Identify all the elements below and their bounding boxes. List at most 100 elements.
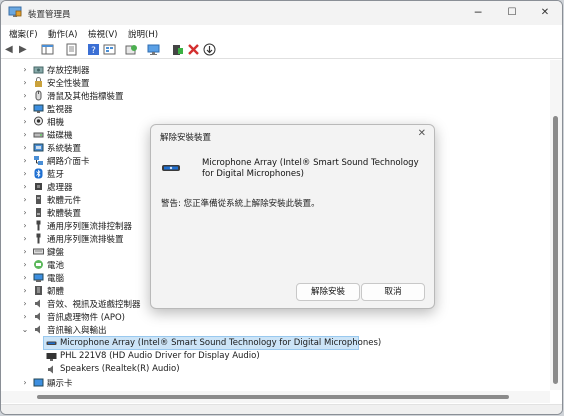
chevron-right-icon[interactable]: › — [21, 233, 29, 244]
tree-label: 韌體 — [47, 287, 65, 297]
view-icon[interactable] — [103, 43, 116, 56]
tree-label: 監視器 — [47, 105, 73, 115]
tree-label: 安全性裝置 — [47, 79, 90, 89]
software-device-icon — [36, 208, 41, 217]
uninstall-button[interactable]: 解除安裝 — [296, 283, 360, 301]
tree-label: 鍵盤 — [47, 248, 65, 258]
tree-label: 系統裝置 — [47, 144, 82, 154]
usb-controller-icon — [36, 220, 41, 231]
dialog-close-button[interactable]: ✕ — [418, 128, 426, 139]
tree-node-display-adapters[interactable]: › 顯示卡 — [1, 376, 541, 389]
menu-action[interactable]: 動作(A) — [48, 28, 77, 40]
tree-node-mice[interactable]: › 滑鼠及其他指標裝置 — [1, 89, 541, 102]
vertical-scrollbar[interactable] — [550, 60, 562, 390]
computer-icon — [33, 273, 44, 282]
back-icon[interactable]: ◀ — [5, 43, 18, 56]
chevron-right-icon[interactable]: › — [21, 181, 29, 192]
speaker-icon — [35, 325, 40, 334]
tree-label: 滑鼠及其他指標裝置 — [47, 92, 124, 102]
chevron-right-icon[interactable]: › — [21, 77, 29, 88]
tree-label: 通用序列匯流排裝置 — [47, 235, 124, 245]
update-icon[interactable] — [203, 43, 216, 56]
disk-drive-icon — [33, 132, 44, 138]
tree-label: Microphone Array (Intel® Smart Sound Tec… — [60, 338, 382, 348]
uninstall-icon[interactable] — [187, 43, 200, 56]
tree-label: 存放控制器 — [47, 66, 90, 76]
menu-help[interactable]: 說明(H) — [128, 28, 158, 40]
chevron-down-icon[interactable]: ⌄ — [21, 324, 29, 335]
chevron-right-icon[interactable]: › — [21, 129, 29, 140]
forward-icon[interactable]: ▶ — [19, 43, 32, 56]
scan-icon[interactable] — [125, 43, 138, 56]
speaker-icon — [48, 365, 53, 374]
chevron-right-icon[interactable]: › — [21, 155, 29, 166]
tree-node-microphone-array[interactable]: Microphone Array (Intel® Smart Sound Tec… — [43, 336, 381, 350]
microphone-icon — [162, 165, 180, 171]
tree-label: 電池 — [47, 261, 65, 271]
dialog-warning-text: 警告: 您正準備從系統上解除安裝此裝置。 — [161, 199, 320, 209]
tree-node-audio-inputs-outputs[interactable]: ⌄ 音訊輸入與輸出 — [1, 323, 541, 336]
uninstall-device-dialog: 解除安裝裝置 ✕ Microphone Array (Intel® Smart … — [150, 124, 435, 309]
firmware-icon — [35, 286, 42, 295]
tree-label: 軟體裝置 — [47, 209, 82, 219]
chevron-right-icon[interactable]: › — [21, 64, 29, 75]
minimize-button[interactable]: ─ — [461, 1, 495, 25]
horizontal-scrollbar[interactable] — [1, 391, 550, 403]
chevron-right-icon[interactable]: › — [21, 246, 29, 257]
software-component-icon — [36, 195, 41, 204]
display-adapter-icon — [33, 378, 44, 387]
toolbar: ◀ ▶ ? — [1, 41, 562, 59]
chevron-right-icon[interactable]: › — [21, 168, 29, 179]
tree-label: 處理器 — [47, 183, 73, 193]
display-audio-icon — [46, 353, 57, 361]
microphone-icon — [46, 341, 57, 345]
chevron-right-icon[interactable]: › — [21, 103, 29, 114]
tree-label: Speakers (Realtek(R) Audio) — [60, 364, 180, 374]
chevron-right-icon[interactable]: › — [21, 311, 29, 322]
monitor-icon[interactable] — [147, 43, 160, 56]
dialog-title: 解除安裝裝置 — [160, 133, 212, 143]
tree-node-audio-processing-objects[interactable]: › 音訊處理物件 (APO) — [1, 310, 541, 323]
tree-node-speakers-realtek[interactable]: Speakers (Realtek(R) Audio) — [1, 363, 541, 376]
chevron-right-icon[interactable]: › — [21, 377, 29, 388]
chevron-right-icon[interactable]: › — [21, 220, 29, 231]
chevron-right-icon[interactable]: › — [21, 194, 29, 205]
network-adapter-icon — [34, 156, 43, 165]
chevron-right-icon[interactable]: › — [21, 285, 29, 296]
tree-label: 通用序列匯流排控制器 — [47, 222, 133, 232]
keyboard-icon — [33, 248, 44, 255]
tree-label: 軟體元件 — [47, 196, 82, 206]
tree-node-storage-controllers[interactable]: › 存放控制器 — [1, 63, 541, 76]
tree-node-monitors[interactable]: › 監視器 — [1, 102, 541, 115]
chevron-right-icon[interactable]: › — [21, 142, 29, 153]
chevron-right-icon[interactable]: › — [21, 90, 29, 101]
mouse-icon — [35, 90, 42, 101]
vertical-scroll-thumb[interactable] — [553, 116, 558, 384]
chevron-right-icon[interactable]: › — [21, 207, 29, 218]
cancel-button[interactable]: 取消 — [361, 283, 425, 301]
chevron-right-icon[interactable]: › — [21, 272, 29, 283]
tree-label: 音訊輸入與輸出 — [47, 326, 107, 336]
help-icon[interactable]: ? — [87, 43, 100, 56]
maximize-button[interactable]: ☐ — [495, 1, 529, 25]
chevron-right-icon[interactable]: › — [21, 259, 29, 270]
horizontal-scroll-thumb[interactable] — [37, 395, 509, 399]
add-driver-icon[interactable] — [171, 43, 184, 56]
properties-icon[interactable] — [65, 43, 78, 56]
menu-view[interactable]: 檢視(V) — [88, 28, 117, 40]
title-bar: 裝置管理員 ─ ☐ ✕ — [1, 1, 562, 25]
menu-file[interactable]: 檔案(F) — [9, 28, 38, 40]
tree-node-security-devices[interactable]: › 安全性裝置 — [1, 76, 541, 89]
close-button[interactable]: ✕ — [528, 1, 562, 25]
processor-icon — [35, 183, 42, 190]
bluetooth-icon — [34, 168, 43, 179]
tree-label: 電腦 — [47, 274, 65, 284]
tree-node-phl-display-audio[interactable]: PHL 221V8 (HD Audio Driver for Display A… — [1, 350, 541, 363]
chevron-right-icon[interactable]: › — [21, 116, 29, 127]
chevron-right-icon[interactable]: › — [21, 298, 29, 309]
tree-label: 藍牙 — [47, 170, 65, 180]
tree-label: 網路介面卡 — [47, 157, 90, 167]
tree-label: 音效、視訊及遊戲控制器 — [47, 300, 141, 310]
show-hide-tree-icon[interactable] — [41, 43, 54, 56]
window-title: 裝置管理員 — [28, 10, 71, 20]
